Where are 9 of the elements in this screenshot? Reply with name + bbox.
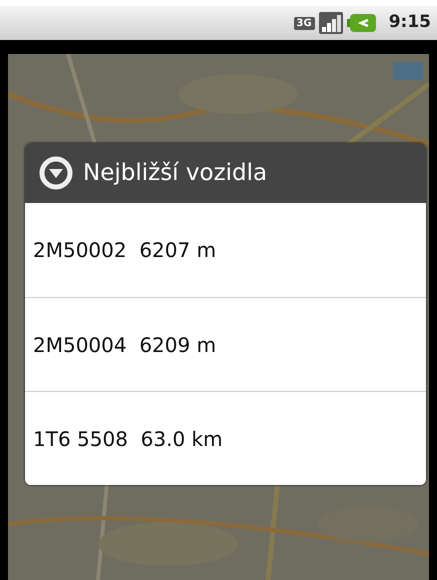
- collapse-icon: [39, 156, 73, 190]
- dialog-title: Nejbližší vozidla: [83, 158, 268, 188]
- vehicle-list-item[interactable]: 2M50002 6207 m: [25, 203, 426, 297]
- signal-icon: [318, 12, 343, 34]
- vehicle-list-item[interactable]: 1T6 5508 63.0 km: [25, 391, 426, 485]
- network-type-icon: 3G: [294, 16, 315, 30]
- vehicle-list-item[interactable]: 2M50004 6209 m: [25, 297, 426, 391]
- clock: 9:15: [388, 11, 431, 34]
- battery-icon: [346, 13, 377, 33]
